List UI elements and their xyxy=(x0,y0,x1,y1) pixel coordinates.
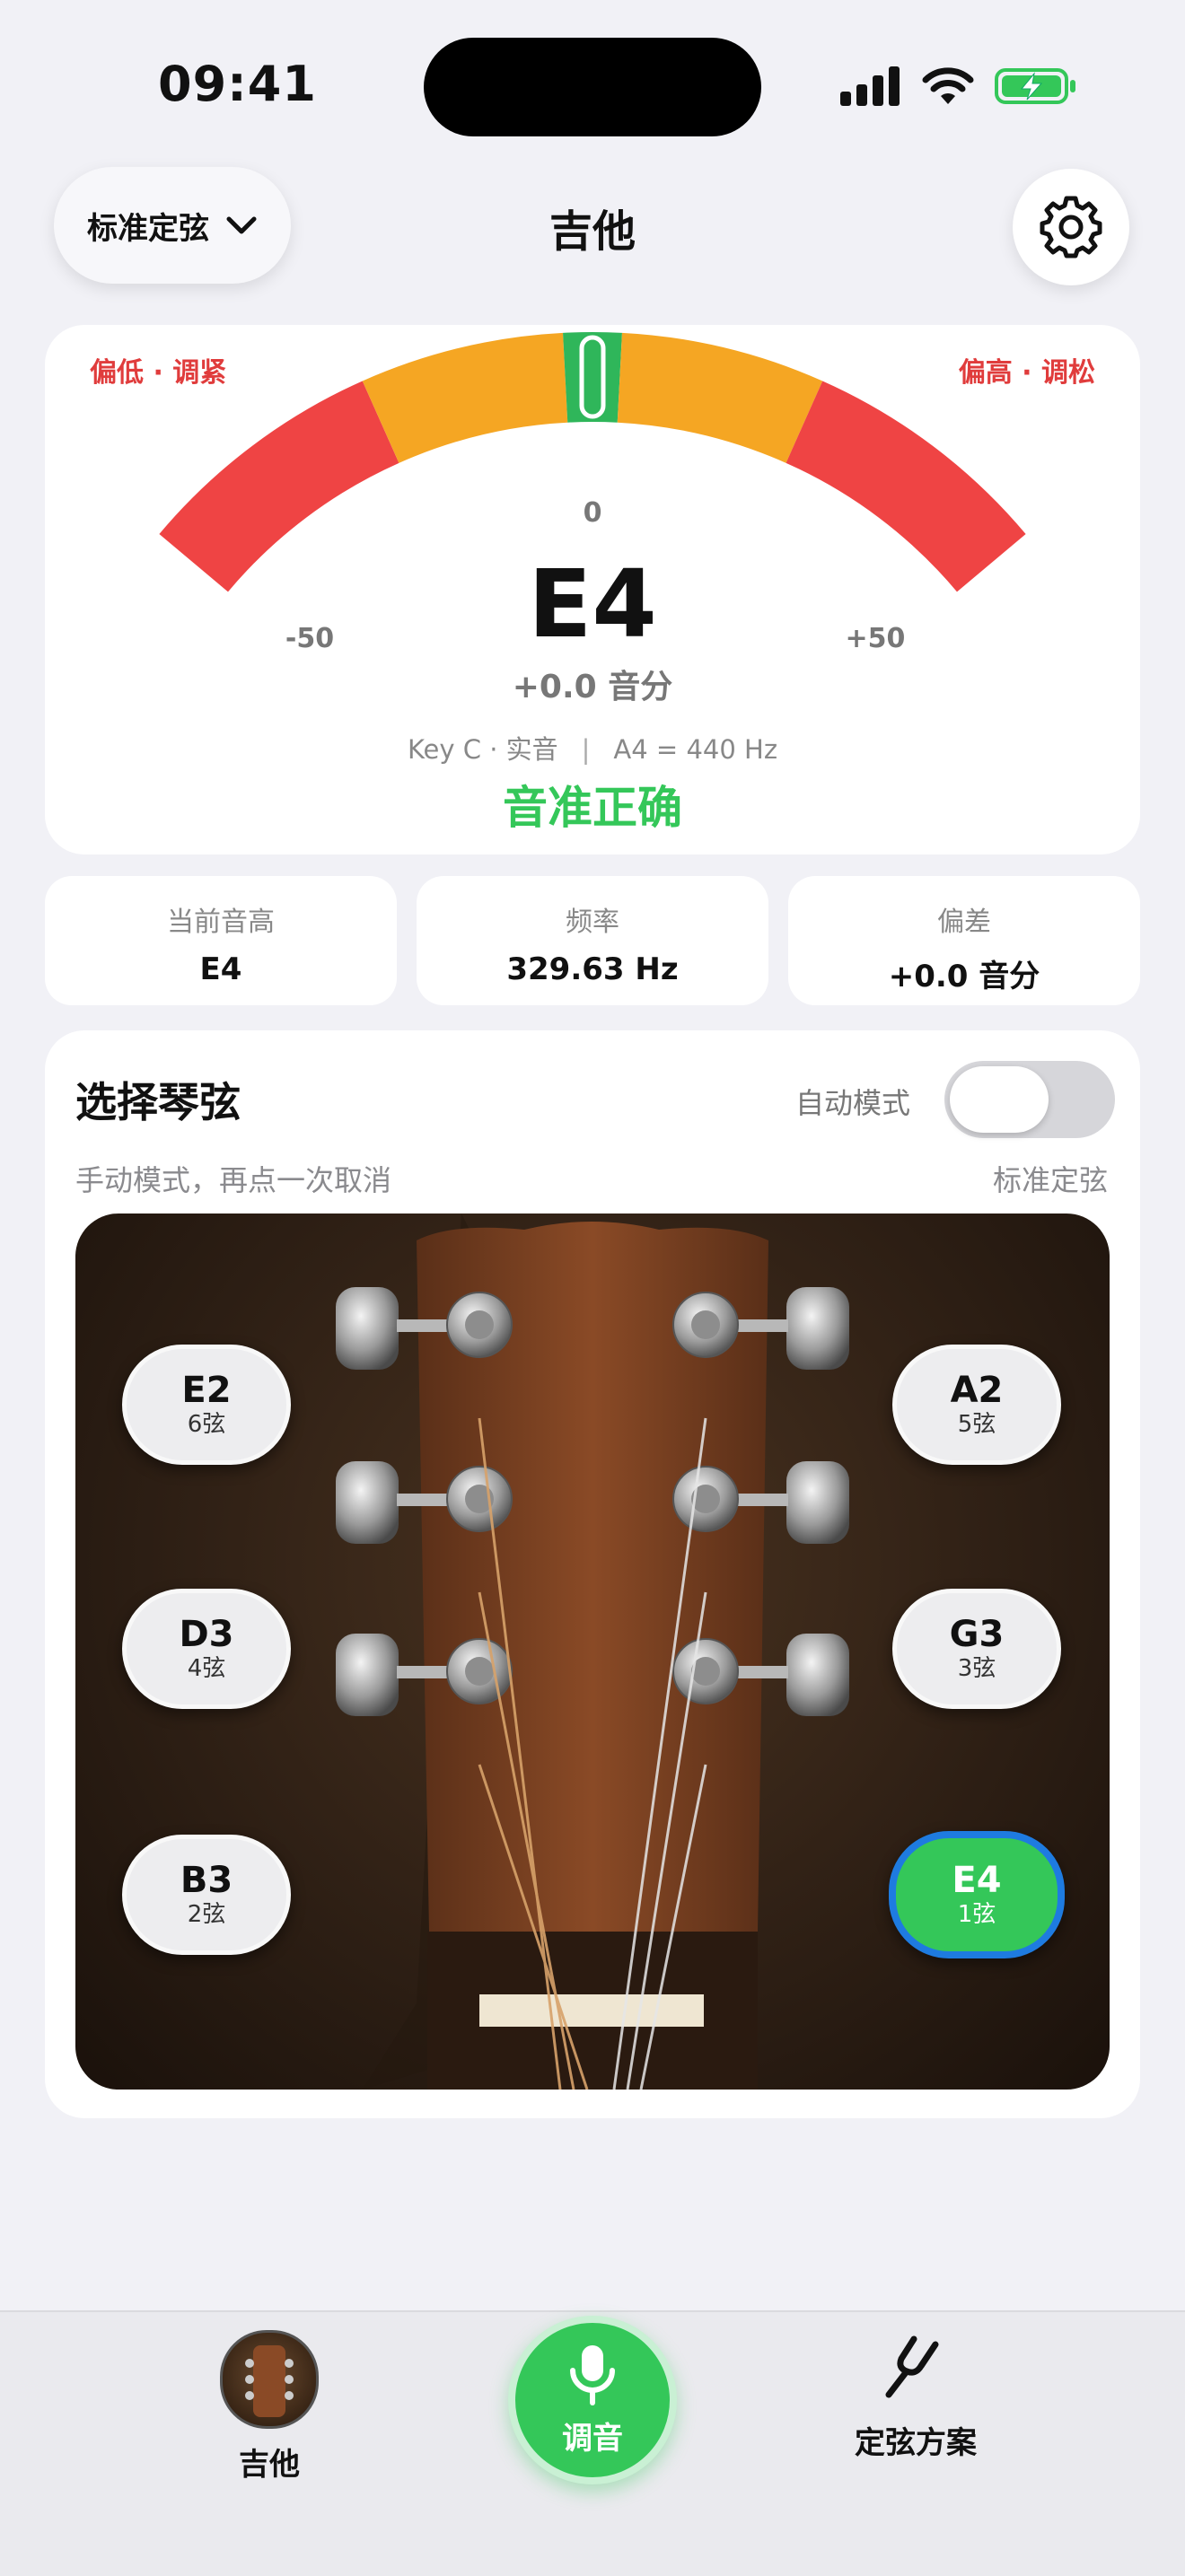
tuning-status: 音准正确 xyxy=(503,782,682,834)
string-button-g3[interactable]: G3 3弦 xyxy=(892,1589,1061,1709)
string-number: 5弦 xyxy=(957,1411,996,1438)
manual-mode-hint: 手动模式，再点一次取消 xyxy=(75,1163,392,1197)
string-note: A2 xyxy=(950,1370,1004,1411)
string-note: G3 xyxy=(949,1614,1005,1655)
string-note: D3 xyxy=(179,1614,234,1655)
key-info: Key C · 实音 xyxy=(407,734,558,765)
frequency-label: 频率 xyxy=(566,907,619,938)
tab-guitar-label: 吉他 xyxy=(239,2447,300,2483)
auto-mode-label: 自动模式 xyxy=(795,1086,911,1120)
guitar-thumbnail-icon xyxy=(220,2330,319,2429)
tab-guitar[interactable]: 吉他 xyxy=(180,2330,359,2484)
string-button-a2[interactable]: A2 5弦 xyxy=(892,1345,1061,1465)
frequency-value: 329.63 Hz xyxy=(506,951,679,987)
frequency-card: 频率 329.63 Hz xyxy=(417,876,768,1005)
tuning-peg xyxy=(336,1634,513,1716)
gauge-segment-sharp-near xyxy=(617,332,823,463)
current-pitch-label: 当前音高 xyxy=(167,907,275,938)
tuning-meta: Key C · 实音 | A4 = 440 Hz xyxy=(0,729,1185,767)
deviation-value: +0.0 音分 xyxy=(888,959,1040,994)
tab-tune-label: 调音 xyxy=(562,2420,623,2457)
string-number: 2弦 xyxy=(187,1901,226,1928)
string-note: B3 xyxy=(180,1860,233,1901)
string-button-d3[interactable]: D3 4弦 xyxy=(122,1589,291,1709)
current-pitch-card: 当前音高 E4 xyxy=(45,876,397,1005)
auto-mode-toggle[interactable] xyxy=(944,1061,1115,1138)
string-number: 4弦 xyxy=(187,1655,226,1682)
string-note: E4 xyxy=(952,1860,1002,1901)
tab-tune[interactable]: 调音 xyxy=(508,2316,677,2484)
toggle-knob xyxy=(950,1066,1049,1133)
string-number: 1弦 xyxy=(957,1901,996,1928)
string-note: E2 xyxy=(181,1370,232,1411)
string-button-e4[interactable]: E4 1弦 xyxy=(889,1831,1065,1958)
tab-presets-label: 定弦方案 xyxy=(855,2425,977,2461)
deviation-label: 偏差 xyxy=(937,907,991,938)
cents-readout: +0.0 音分 xyxy=(512,669,673,705)
tuning-fork-icon xyxy=(885,2335,939,2398)
reference-pitch: A4 = 440 Hz xyxy=(613,734,778,765)
tuning-name: 标准定弦 xyxy=(992,1163,1108,1197)
deviation-card: 偏差 +0.0 音分 xyxy=(788,876,1140,1005)
microphone-icon xyxy=(570,2344,615,2405)
gauge-tick-zero: 0 xyxy=(583,497,602,529)
string-number: 6弦 xyxy=(187,1411,226,1438)
meta-separator: | xyxy=(581,734,591,765)
tuning-gauge-arc xyxy=(159,332,1026,592)
string-number: 3弦 xyxy=(957,1655,996,1682)
string-button-e2[interactable]: E2 6弦 xyxy=(122,1345,291,1465)
section-title: 选择琴弦 xyxy=(75,1078,241,1126)
current-pitch-value: E4 xyxy=(199,951,242,987)
gauge-segment-in-tune xyxy=(563,332,622,423)
detected-note: E4 xyxy=(528,549,657,659)
gauge-segment-flat-near xyxy=(362,332,568,463)
string-button-b3[interactable]: B3 2弦 xyxy=(122,1835,291,1955)
tab-tuning-presets[interactable]: 定弦方案 xyxy=(808,2332,1023,2462)
